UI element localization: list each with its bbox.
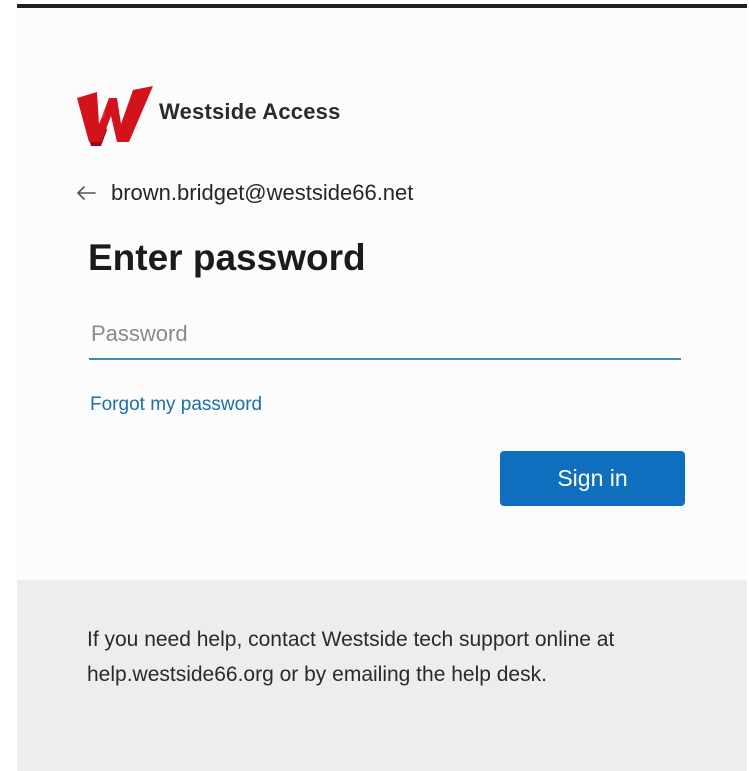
arrow-left-icon [77, 186, 96, 200]
password-input[interactable] [89, 310, 681, 360]
brand-name: Westside Access [159, 99, 341, 124]
help-text: If you need help, contact Westside tech … [87, 628, 615, 686]
forgot-password-link[interactable]: Forgot my password [90, 394, 262, 416]
brand-header: Westside Access [75, 84, 341, 148]
sign-in-page: Westside Access brown.bridget@westside66… [0, 0, 749, 771]
account-email: brown.bridget@westside66.net [111, 180, 414, 205]
page-title: Enter password [88, 237, 366, 278]
help-panel: If you need help, contact Westside tech … [17, 580, 747, 771]
identity-back-link[interactable]: brown.bridget@westside66.net [75, 177, 413, 209]
w-logo-icon [77, 86, 153, 146]
sign-in-button[interactable]: Sign in [500, 451, 685, 506]
